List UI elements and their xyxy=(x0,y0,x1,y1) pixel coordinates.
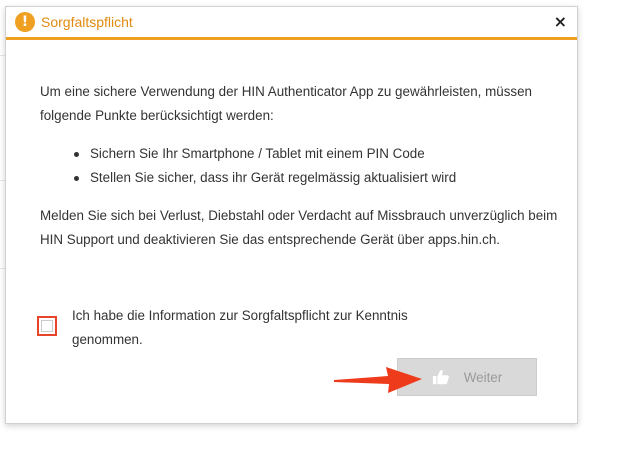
sorgfaltspflicht-dialog: ! Sorgfaltspflicht × Um eine sichere Ver… xyxy=(5,6,578,424)
intro-text: Um eine sichere Verwendung der HIN Authe… xyxy=(40,84,533,123)
dialog-header: ! Sorgfaltspflicht × xyxy=(6,7,577,40)
thumbs-up-icon xyxy=(432,370,449,385)
dialog-body: Um eine sichere Verwendung der HIN Authe… xyxy=(40,80,560,252)
consent-label[interactable]: Ich habe die Information zur Sorgfaltspf… xyxy=(72,304,432,352)
list-item: Stellen Sie sicher, dass ihr Gerät regel… xyxy=(74,166,560,190)
checkbox-box xyxy=(41,320,53,332)
close-button[interactable]: × xyxy=(554,12,567,32)
red-arrow-annotation xyxy=(334,367,422,393)
support-text: Melden Sie sich bei Verlust, Diebstahl o… xyxy=(40,208,558,247)
requirements-list: Sichern Sie Ihr Smartphone / Tablet mit … xyxy=(74,142,560,190)
dialog-title: Sorgfaltspflicht xyxy=(41,14,133,30)
list-item: Sichern Sie Ihr Smartphone / Tablet mit … xyxy=(74,142,560,166)
weiter-label: Weiter xyxy=(463,369,503,385)
warning-icon: ! xyxy=(15,12,35,32)
consent-checkbox[interactable] xyxy=(37,316,57,336)
